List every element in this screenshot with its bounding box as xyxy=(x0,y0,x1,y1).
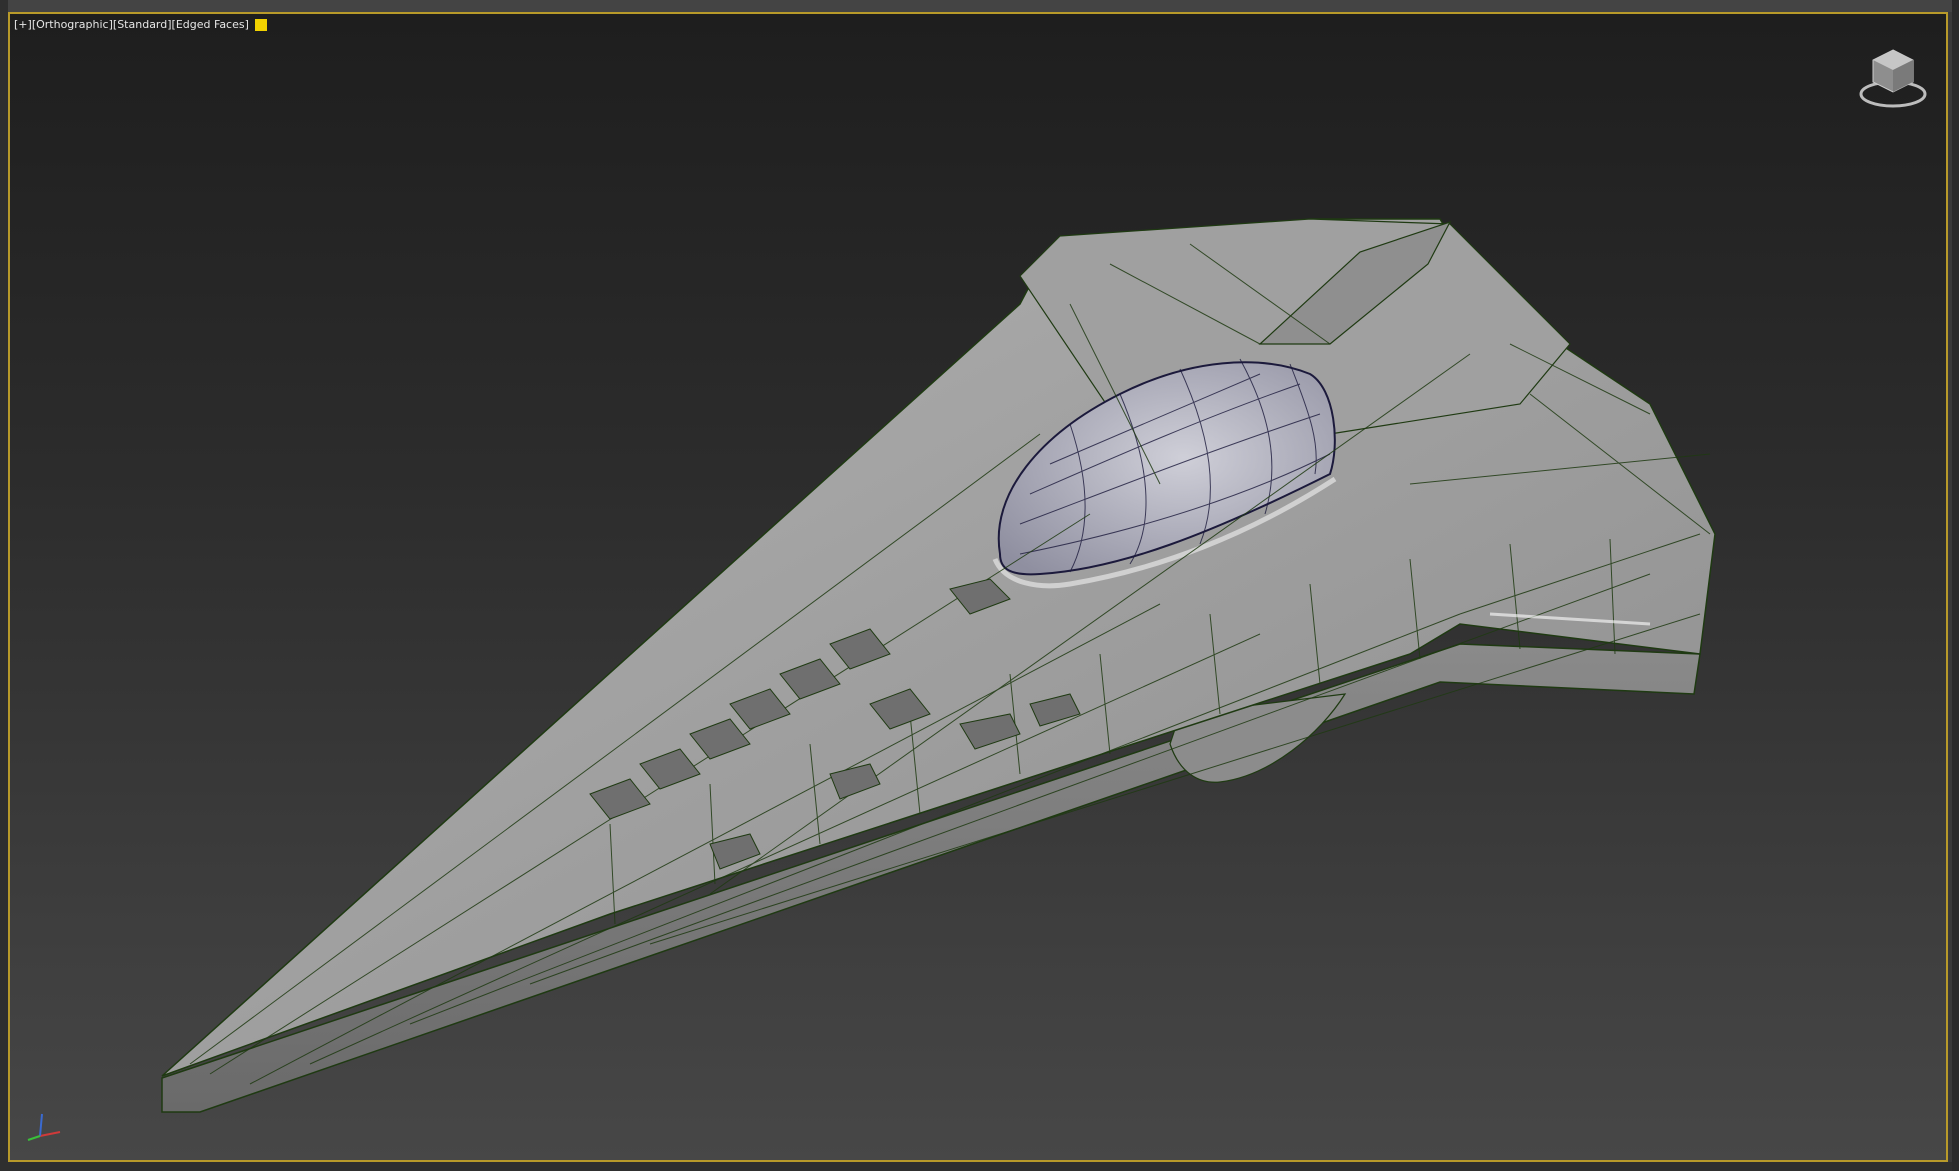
bottom-panel-edge xyxy=(0,1162,1959,1171)
spaceship-mesh[interactable] xyxy=(10,14,1946,1160)
left-panel-edge xyxy=(0,0,8,1171)
axis-tripod-icon xyxy=(27,1113,61,1141)
top-panel-edge xyxy=(0,0,1959,12)
perspective-viewport[interactable]: [+] [Orthographic] [Standard] [Edged Fac… xyxy=(8,12,1948,1162)
viewcube-icon[interactable] xyxy=(1858,42,1928,112)
right-panel-edge xyxy=(1952,0,1959,1171)
